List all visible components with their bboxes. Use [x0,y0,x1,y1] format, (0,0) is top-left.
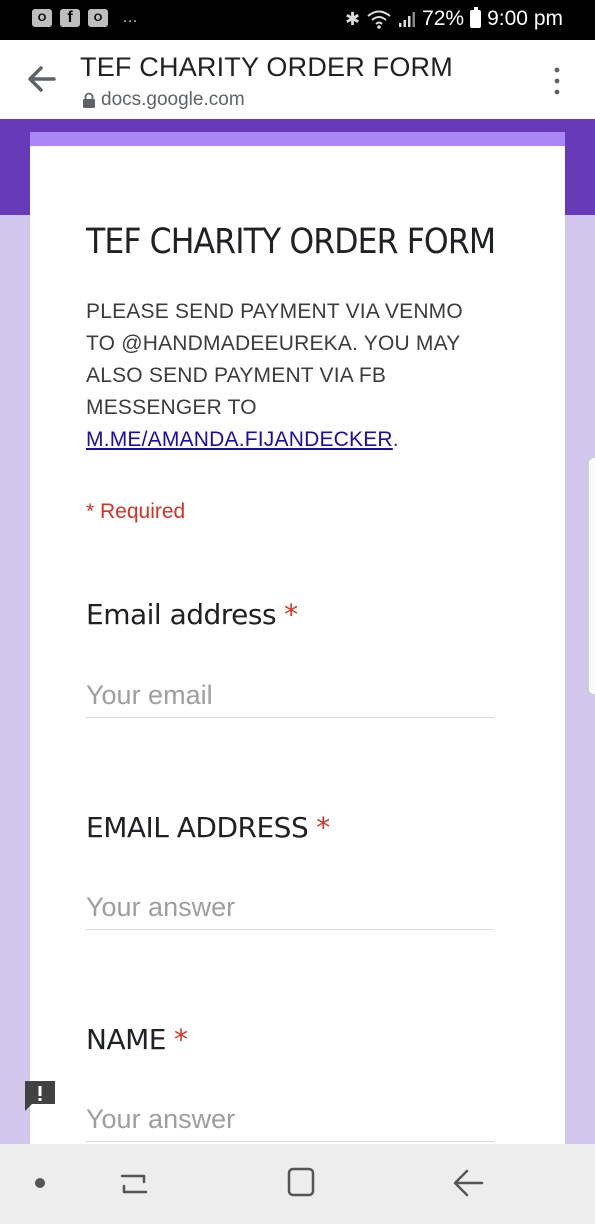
form-description: PLEASE SEND PAYMENT VIA VENMO TO @HANDMA… [86,296,496,456]
feedback-icon[interactable] [22,1078,58,1114]
form-card: TEF CHARITY ORDER FORM PLEASE SEND PAYME… [30,132,565,1144]
required-note: * Required [86,500,186,523]
question-label-text: Email address [86,598,277,631]
url-bar[interactable]: docs.google.com [82,89,245,111]
clock: 9:00 pm [487,7,563,30]
signal-icon [399,12,416,27]
outlook-icon-2: O [88,9,108,27]
bluetooth-icon: ✱ [344,8,361,29]
question-name-label: NAME * [86,1023,188,1056]
facebook-icon: f [60,9,80,27]
url-text: docs.google.com [101,89,245,110]
browser-page-title: TEF CHARITY ORDER FORM [80,52,453,82]
battery-percent: 72% [422,7,465,30]
question-email-label: Email address * [86,598,298,631]
email-address-input[interactable] [86,892,494,930]
battery-icon [470,7,482,28]
arrow-left-icon[interactable] [24,62,58,96]
notification-icons: O f O … [32,9,140,27]
browser-toolbar: TEF CHARITY ORDER FORM docs.google.com [0,40,595,119]
name-input[interactable] [86,1104,494,1142]
required-star: * [284,598,298,631]
description-end: . [392,428,399,451]
status-bar: O f O … ✱ 72% 9:00 pm [0,0,595,40]
form-title: TEF CHARITY ORDER FORM [86,222,496,262]
wifi-icon [367,10,391,29]
question-email-address-label: EMAIL ADDRESS * [86,811,330,844]
description-text: PLEASE SEND PAYMENT VIA VENMO TO @HANDMA… [86,300,463,419]
back-icon[interactable] [452,1166,484,1200]
question-label-text: NAME [86,1023,166,1056]
required-star: * [173,1023,188,1056]
system-navigation-bar [0,1144,595,1224]
recent-apps-icon[interactable] [118,1168,150,1200]
home-icon[interactable] [286,1166,316,1198]
email-input[interactable] [86,680,494,718]
lock-icon [83,92,95,108]
required-star: * [316,811,330,844]
more-notifications-icon: … [122,9,140,26]
nav-dot-icon[interactable] [35,1178,45,1188]
messenger-link[interactable]: M.ME/AMANDA.FIJANDECKER [86,428,393,451]
more-vert-icon[interactable] [553,66,561,96]
question-label-text: EMAIL ADDRESS [86,811,309,844]
system-icons: ✱ 72% 9:00 pm [345,7,563,31]
scroll-handle[interactable] [587,456,595,696]
outlook-icon: O [32,9,52,27]
